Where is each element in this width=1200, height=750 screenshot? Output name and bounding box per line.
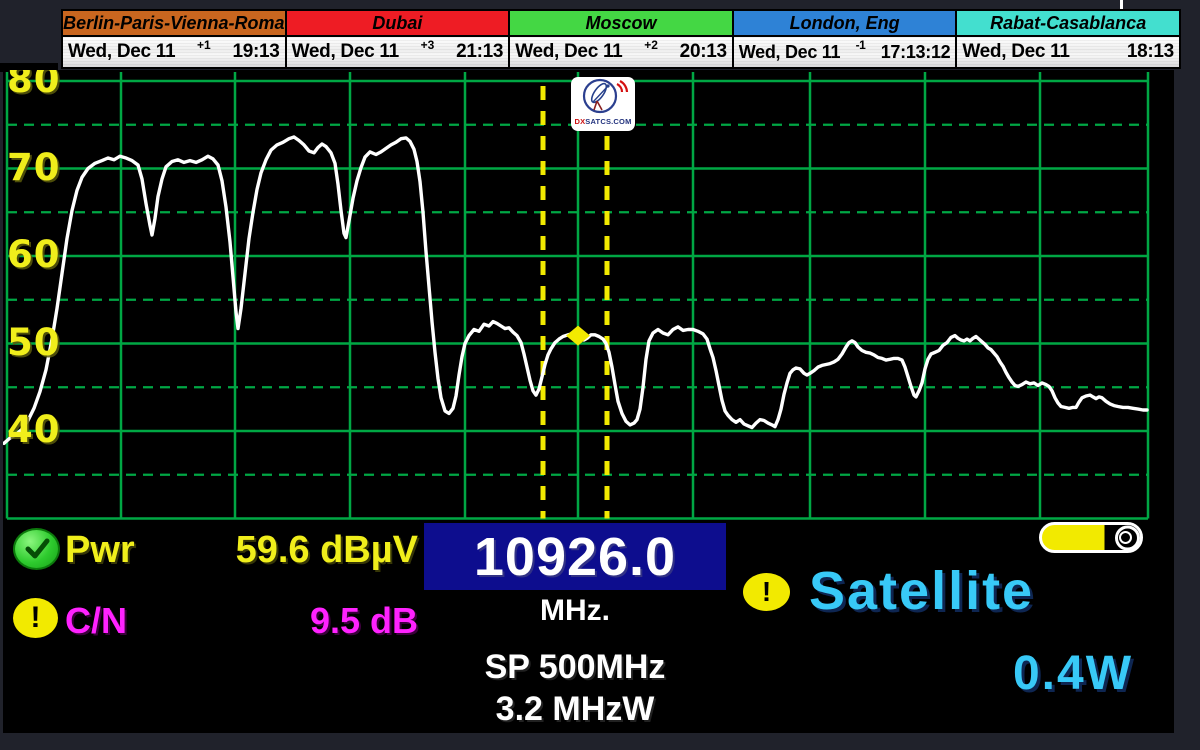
mode-alert-icon: !	[743, 573, 790, 611]
clock-cell-4: London, EngWed, Dec 11-117:13:12	[734, 11, 958, 67]
power-consumption-readout: 0.4W	[823, 646, 1133, 701]
frequency-display[interactable]: 10926.0	[424, 523, 726, 590]
frequency-value: 10926.0	[474, 526, 676, 588]
clock-utc-offset: +1	[175, 38, 232, 52]
clock-city-name: Moscow	[510, 11, 732, 37]
clock-time: 19:13	[232, 41, 279, 63]
clock-city-name: London, Eng	[734, 11, 956, 37]
span-readout: SP 500MHz	[349, 648, 801, 687]
clock-cell-3: MoscowWed, Dec 11+220:13	[510, 11, 734, 67]
clock-date: Wed, Dec 11	[515, 41, 622, 63]
pwr-label: Pwr	[65, 529, 135, 572]
cn-alert-icon: !	[13, 598, 58, 638]
dxsatcs-logo: DXSATCS.COM	[571, 77, 635, 131]
clock-city-name: Dubai	[287, 11, 509, 37]
clock-cell-2: DubaiWed, Dec 11+321:13	[287, 11, 511, 67]
satmeter-screen: { "clock_bar": { "cities": [ {"name":"Be…	[0, 0, 1200, 750]
clock-time: 21:13	[456, 41, 503, 63]
spectrum-trace	[4, 137, 1147, 443]
pwr-ok-check-icon	[13, 528, 60, 570]
mode-label: Satellite	[809, 560, 1034, 622]
cn-label: C/N	[65, 600, 127, 642]
y-axis-tick-70: 70	[7, 150, 61, 186]
power-toggle-switch[interactable]	[1039, 522, 1143, 553]
clock-cell-5: Rabat-Casablanca Wed, Dec 11 18:13	[957, 11, 1179, 67]
clock-time: 20:13	[680, 41, 727, 63]
clock-time: 17:13:12	[881, 42, 951, 63]
clock-time-row: Wed, Dec 11+321:13	[287, 37, 509, 67]
clock-date: Wed, Dec 11	[68, 41, 175, 63]
clock-cell-1: Berlin-Paris-Vienna-RomaWed, Dec 11+119:…	[63, 11, 287, 67]
spectrum-screen: 80 70 60 50 40 DXSATCS.COM Pwr 59.6 dBµV ! C…	[3, 70, 1174, 733]
clock-time-row: Wed, Dec 11+220:13	[510, 37, 732, 67]
frequency-unit: MHz.	[424, 594, 726, 628]
clock-date: Wed, Dec 11	[739, 42, 840, 63]
cn-value: 9.5 dB	[133, 600, 418, 642]
clock-utc-offset: +2	[622, 38, 679, 52]
y-axis-tick-60: 60	[7, 237, 61, 273]
pwr-value: 59.6 dBµV	[133, 529, 418, 572]
clock-utc-offset: -1	[840, 38, 881, 52]
clock-time-row: Wed, Dec 11-117:13:12	[734, 37, 956, 67]
y-axis-tick-50: 50	[7, 325, 61, 361]
logo-text: DXSATCS.COM	[574, 117, 631, 126]
clock-time: 18:13	[1127, 41, 1174, 63]
clock-date: Wed, Dec 11	[292, 41, 399, 63]
clock-city-name: Berlin-Paris-Vienna-Roma	[63, 11, 285, 37]
cursor-tick	[1120, 0, 1123, 9]
bandwidth-readout: 3.2 MHzW	[349, 690, 801, 729]
clock-time-row: Wed, Dec 11+119:13	[63, 37, 285, 67]
clock-time-row: Wed, Dec 11 18:13	[957, 37, 1179, 67]
y-axis-tick-80: 80	[7, 70, 61, 98]
satellite-dish-icon	[573, 77, 633, 117]
clock-city-name: Rabat-Casablanca	[957, 11, 1179, 37]
clock-date: Wed, Dec 11	[962, 41, 1069, 63]
toggle-knob	[1115, 525, 1140, 550]
world-clock-bar: Berlin-Paris-Vienna-RomaWed, Dec 11+119:…	[61, 9, 1181, 69]
y-axis-tick-40: 40	[7, 412, 61, 448]
clock-utc-offset: +3	[399, 38, 456, 52]
